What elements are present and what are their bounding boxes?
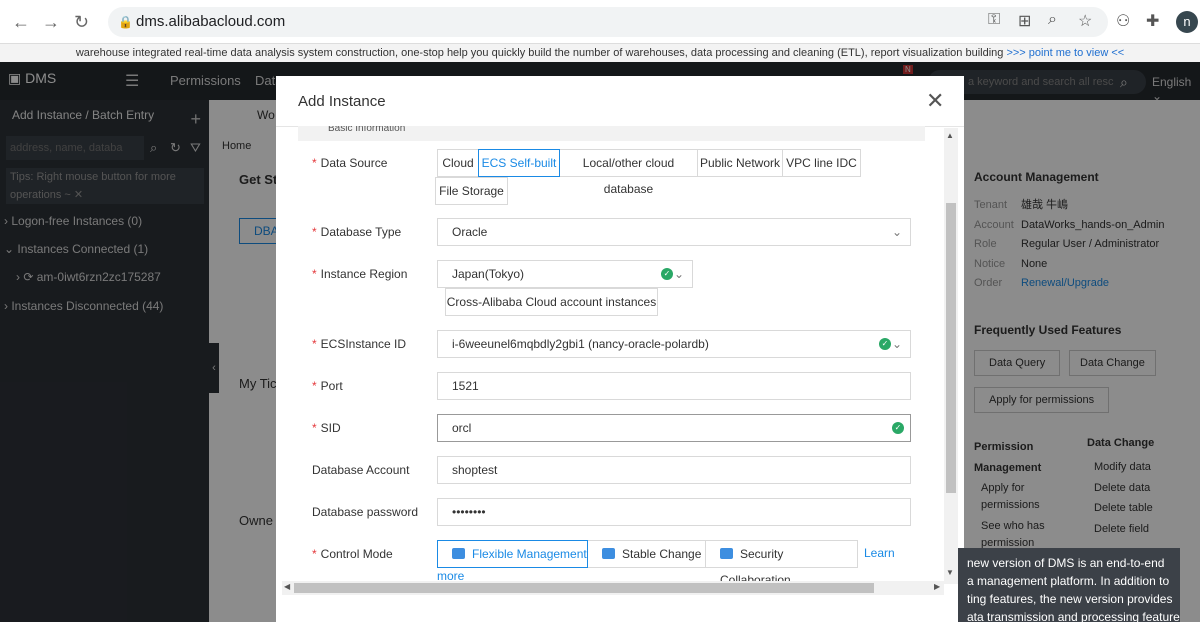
scroll-right-icon[interactable]: ▶	[934, 582, 940, 591]
database-account-label: Database Account	[312, 463, 410, 477]
check-icon: ✓	[661, 268, 673, 280]
stable-change-icon	[602, 548, 615, 559]
check-icon: ✓	[892, 422, 904, 434]
basic-information-section: Basic Information	[298, 126, 925, 141]
key-icon[interactable]: ⚿	[988, 11, 1000, 29]
source-public-network[interactable]: Public Network	[697, 149, 783, 177]
dialog-vertical-scrollbar[interactable]: ▲ ▼	[944, 128, 958, 584]
dialog-horizontal-scrollbar[interactable]: ◀ ▶	[282, 581, 944, 595]
translate-icon[interactable]: ⊞	[1018, 11, 1031, 31]
tooltip-line: new version of DMS is an end-to-end	[967, 556, 1165, 570]
lock-icon: 🔒	[118, 15, 133, 29]
tooltip-line: ting features, the new version provides	[967, 592, 1173, 606]
label-text: ECSInstance ID	[320, 337, 407, 351]
chevron-down-icon: ⌄	[891, 337, 902, 351]
chevron-down-icon: ⌄	[891, 225, 902, 239]
url-text: dms.alibabacloud.com	[136, 13, 286, 30]
browser-toolbar: ← → ↻ 🔒 dms.alibabacloud.com ⚿ ⊞ ⌕ ☆ ⚇ ✚…	[0, 0, 1200, 44]
learn-more-link[interactable]: Learn	[864, 546, 895, 560]
mode-security-collaboration[interactable]: Security Collaboration	[705, 540, 858, 587]
ecs-instance-id-label: * ECSInstance ID	[312, 337, 407, 351]
dialog-title: Add Instance	[298, 93, 386, 110]
data-source-label: * Data Source	[312, 156, 388, 170]
flexible-management-icon	[452, 548, 465, 559]
source-cloud[interactable]: Cloud	[437, 149, 479, 177]
label-text: Control Mode	[320, 547, 393, 561]
chevron-down-icon: ⌄	[673, 267, 684, 281]
sid-label: * SID	[312, 421, 341, 435]
tooltip-line: a management platform. In addition to	[967, 574, 1170, 588]
database-password-label: Database password	[312, 505, 419, 519]
profile-avatar[interactable]: n	[1176, 11, 1198, 33]
reload-icon[interactable]: ↻	[74, 12, 89, 33]
source-file-storage[interactable]: File Storage	[435, 177, 508, 205]
database-password-input[interactable]: ••••••••	[437, 498, 911, 526]
database-account-input[interactable]: shoptest	[437, 456, 911, 484]
port-input[interactable]: 1521	[437, 372, 911, 400]
check-icon: ✓	[879, 338, 891, 350]
database-type-value: Oracle	[452, 225, 488, 239]
database-type-select[interactable]: Oracle ⌄	[437, 218, 911, 246]
address-bar[interactable]: 🔒 dms.alibabacloud.com	[108, 7, 1108, 37]
security-collaboration-icon	[720, 548, 733, 559]
puzzle-icon[interactable]: ✚	[1146, 11, 1159, 31]
ecs-instance-id-select[interactable]: i-6weeunel6mqbdly2gbi1 (nancy-oracle-pol…	[437, 330, 911, 358]
back-icon[interactable]: ←	[12, 12, 30, 33]
scroll-thumb[interactable]	[946, 203, 956, 493]
database-type-label: * Database Type	[312, 225, 402, 239]
cross-account-instances-button[interactable]: Cross-Alibaba Cloud account instances	[445, 288, 658, 316]
tooltip-line: ata transmission and processing feature	[967, 610, 1180, 622]
zoom-icon[interactable]: ⌕	[1048, 11, 1057, 29]
forward-icon[interactable]: →	[42, 12, 60, 33]
source-local-other-cloud[interactable]: Local/other cloud database	[559, 149, 698, 196]
mode-label: Stable Change	[622, 547, 702, 561]
label-text: SID	[320, 421, 341, 435]
control-mode-label: * Control Mode	[312, 547, 393, 561]
port-label: * Port	[312, 379, 343, 393]
mode-label: Flexible Management	[472, 547, 587, 561]
mode-flexible-management[interactable]: Flexible Management	[437, 540, 588, 568]
extension-icon[interactable]: ⚇	[1116, 11, 1130, 31]
scroll-thumb[interactable]	[294, 583, 874, 593]
source-vpc-line-idc[interactable]: VPC line IDC	[782, 149, 861, 177]
scroll-up-icon[interactable]: ▲	[946, 131, 954, 140]
label-text: Data Source	[320, 156, 388, 170]
label-text: Instance Region	[320, 267, 408, 281]
new-version-tooltip: new version of DMS is an end-to-end a ma…	[958, 548, 1180, 622]
banner-text: warehouse integrated real-time data anal…	[75, 47, 1004, 59]
scroll-down-icon[interactable]: ▼	[946, 568, 954, 577]
ecs-instance-id-value: i-6weeunel6mqbdly2gbi1 (nancy-oracle-pol…	[452, 337, 709, 351]
mode-stable-change[interactable]: Stable Change	[587, 540, 706, 568]
instance-region-label: * Instance Region	[312, 267, 408, 281]
bookmark-star-icon[interactable]: ☆	[1078, 11, 1092, 31]
promo-banner: warehouse integrated real-time data anal…	[0, 44, 1200, 62]
label-text: Database Type	[320, 225, 402, 239]
source-ecs-self-built[interactable]: ECS Self-built	[478, 149, 560, 177]
instance-region-select[interactable]: Japan(Tokyo) ✓ ⌄	[437, 260, 693, 288]
banner-link[interactable]: >>> point me to view <<	[1006, 47, 1124, 59]
label-text: Port	[320, 379, 343, 393]
sid-input[interactable]: orcl ✓	[437, 414, 911, 442]
add-instance-dialog: Add Instance ✕ Basic Information * Data S…	[276, 76, 964, 622]
scroll-left-icon[interactable]: ◀	[284, 582, 290, 591]
instance-region-value: Japan(Tokyo)	[452, 267, 525, 281]
close-icon[interactable]: ✕	[926, 88, 944, 114]
sid-value: orcl	[452, 421, 472, 435]
